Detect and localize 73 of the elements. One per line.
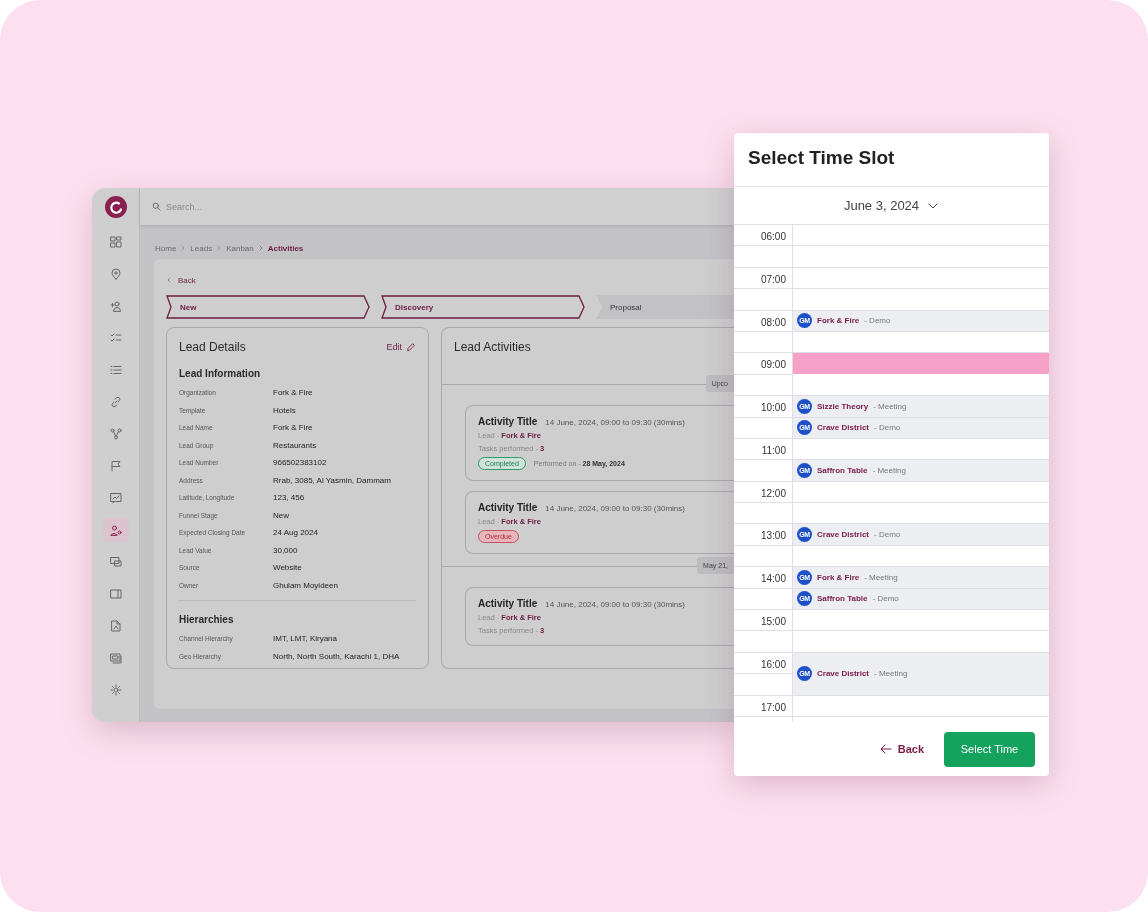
chevron-right-icon — [180, 245, 187, 251]
time-gutter — [734, 374, 793, 397]
arrow-left-icon — [879, 743, 892, 755]
activity-title: Activity Title — [478, 598, 538, 609]
panel-title: Lead Details — [179, 340, 246, 354]
field-value: Ghulam Moyideen — [273, 580, 338, 590]
section-title: Lead Information — [179, 368, 262, 379]
field-value: 24 Aug 2024 — [273, 528, 318, 538]
link-icon — [109, 396, 122, 408]
chart-board-icon — [109, 492, 122, 504]
activity-time: 14 June, 2024, 09:00 to 09:30 (30mins) — [545, 418, 685, 427]
logo-icon — [104, 196, 127, 218]
edit-button[interactable]: Edit — [386, 342, 416, 352]
user-plus-icon — [109, 300, 122, 312]
time-gutter — [734, 289, 793, 311]
time-label: 07:00 — [734, 267, 793, 290]
sidebar-item[interactable] — [102, 518, 129, 542]
field-value: 966502383102 — [273, 458, 327, 468]
section-title: Hierarchies — [179, 614, 235, 625]
panel-icon — [109, 588, 122, 600]
chevron-right-icon — [257, 245, 264, 251]
field-value: 123, 456 — [273, 493, 305, 503]
date-dropdown[interactable]: June 3, 2024 — [734, 187, 1049, 225]
pin-icon — [109, 268, 122, 280]
activity-title: Activity Title — [478, 502, 538, 513]
field-value: 30,000 — [273, 545, 298, 555]
time-label: 11:00 — [734, 438, 793, 461]
pencil-icon — [406, 342, 416, 352]
time-gutter — [734, 503, 793, 525]
field-value: IMT, LMT, Kiryana — [273, 634, 337, 644]
time-gutter — [734, 631, 793, 653]
stage-step[interactable]: Discovery — [381, 295, 586, 319]
field-value: Fork & Fire — [273, 388, 313, 398]
checklist-icon — [109, 332, 122, 344]
time-gutter — [734, 674, 793, 696]
field-value: Website — [273, 563, 302, 573]
screen-icon — [109, 652, 122, 664]
breadcrumb-link[interactable]: Activities — [267, 243, 304, 253]
activity-title: Activity Title — [478, 416, 538, 427]
selected-slot[interactable] — [793, 353, 1049, 375]
field-value: Fork & Fire — [273, 423, 313, 433]
field-value: Restaurants — [273, 440, 317, 450]
time-label: 12:00 — [734, 481, 793, 504]
settings-icon — [109, 684, 122, 696]
time-gutter — [734, 331, 793, 354]
back-button[interactable]: Back — [879, 743, 924, 755]
chat-screen-icon — [109, 556, 122, 568]
back-link[interactable]: Back — [166, 273, 734, 287]
time-gutter — [734, 246, 793, 268]
time-label: 17:00 — [734, 695, 793, 717]
grid-icon — [109, 236, 122, 248]
chevron-right-icon — [216, 245, 223, 251]
branch-icon — [109, 428, 122, 440]
dialog-title: Select Time Slot — [748, 147, 895, 168]
stage-step[interactable]: Proposal — [596, 295, 734, 319]
activity-time: 14 June, 2024, 09:00 to 09:30 (30mins) — [545, 600, 685, 609]
search-icon — [152, 202, 161, 211]
panel-title: Lead Activities — [454, 340, 531, 354]
search-field[interactable]: Search... — [166, 201, 366, 212]
field-value: New — [273, 510, 289, 520]
time-label: 06:00 — [734, 225, 793, 247]
flag-icon — [109, 460, 122, 472]
document-icon — [109, 620, 122, 632]
activity-time: 14 June, 2024, 09:00 to 09:30 (30mins) — [545, 504, 685, 513]
field-value: Rrab, 3085, Al Yasmin, Dammam — [273, 475, 391, 485]
list-icon — [109, 364, 122, 376]
time-gutter — [734, 545, 793, 568]
field-value: North, North South, Karachi 1, DHA — [273, 651, 400, 661]
stage-step[interactable]: New — [166, 295, 371, 319]
user-gear-icon — [109, 524, 122, 536]
field-value: Hotels — [273, 405, 296, 415]
time-label: 15:00 — [734, 610, 793, 632]
chevron-left-icon — [166, 277, 172, 283]
